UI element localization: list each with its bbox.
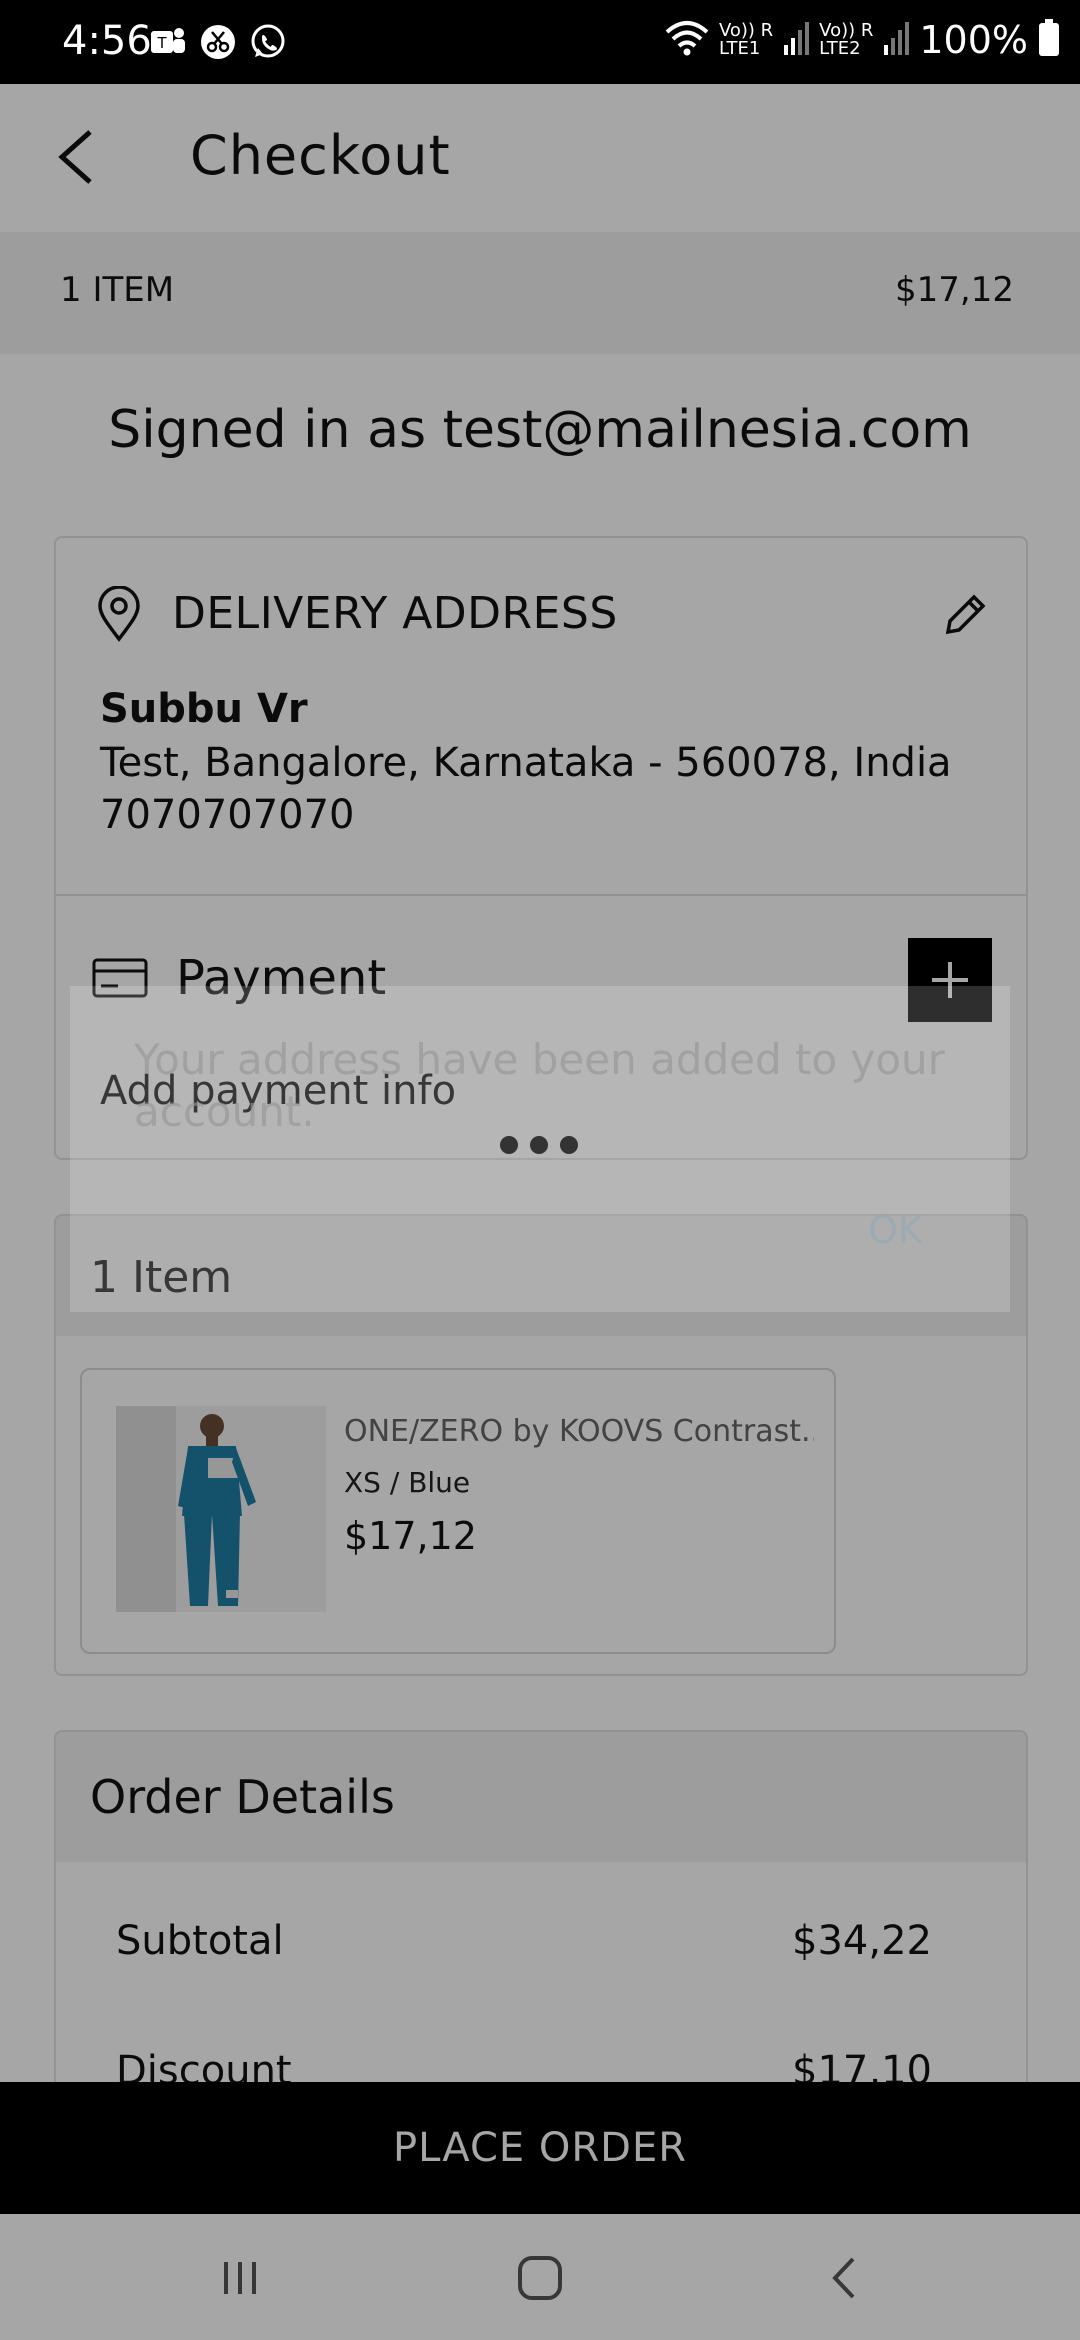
battery-icon <box>1038 19 1060 61</box>
svg-text:T: T <box>157 35 167 52</box>
loading-dot <box>500 1136 518 1154</box>
scissors-icon <box>198 22 238 62</box>
wifi-icon <box>665 18 709 62</box>
signal-icon-2 <box>883 21 910 59</box>
network-lte2: Vo)) R LTE2 <box>819 20 874 59</box>
teams-icon: T <box>148 22 188 62</box>
dialog-ok-button[interactable]: OK <box>868 1208 923 1252</box>
status-time: 4:56 <box>62 18 152 64</box>
notification-icons: T <box>148 20 288 64</box>
loading-indicator <box>500 1136 578 1154</box>
whatsapp-icon <box>248 22 288 62</box>
loading-dot <box>530 1136 548 1154</box>
signal-icon <box>783 21 810 59</box>
loading-dot <box>560 1136 578 1154</box>
network-lte1: Vo)) R LTE1 <box>718 20 774 59</box>
battery-level: 100% <box>919 18 1028 62</box>
status-right: Vo)) R LTE1 Vo)) R LTE2 100% <box>665 18 1060 62</box>
dialog-message: Your address have been added to your acc… <box>134 1035 945 1136</box>
